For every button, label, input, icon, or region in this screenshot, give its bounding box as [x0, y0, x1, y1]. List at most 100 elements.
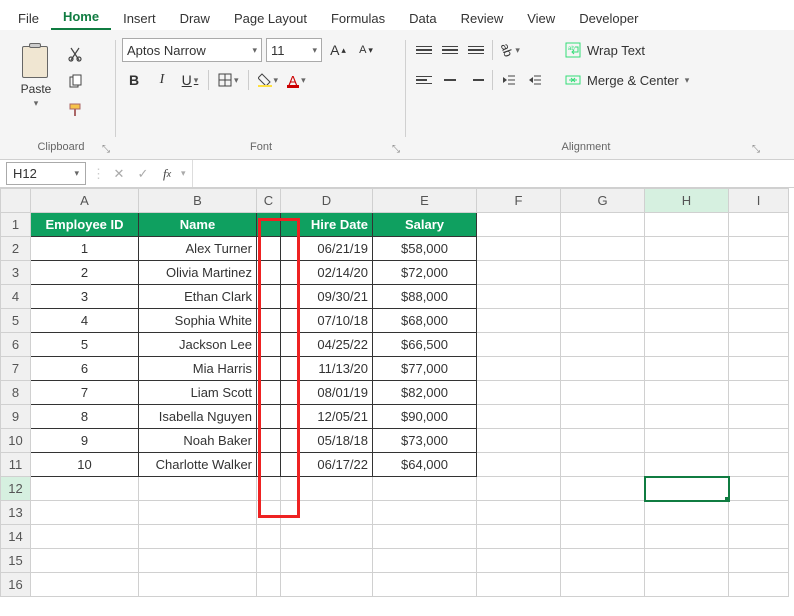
column-header-B[interactable]: B: [139, 189, 257, 213]
align-right-button[interactable]: [464, 68, 488, 92]
align-center-button[interactable]: [438, 68, 462, 92]
cell-I7[interactable]: [729, 357, 789, 381]
cell-G5[interactable]: [561, 309, 645, 333]
cell-A16[interactable]: [31, 573, 139, 597]
cell-I4[interactable]: [729, 285, 789, 309]
cell-E11[interactable]: $64,000: [373, 453, 477, 477]
cell-C8[interactable]: [257, 381, 281, 405]
cell-G4[interactable]: [561, 285, 645, 309]
cell-F14[interactable]: [477, 525, 561, 549]
cell-G9[interactable]: [561, 405, 645, 429]
row-header-8[interactable]: 8: [1, 381, 31, 405]
increase-indent-button[interactable]: [523, 68, 547, 92]
dialog-launcher-icon[interactable]: ⤡: [392, 144, 400, 155]
cell-G12[interactable]: [561, 477, 645, 501]
cell-A13[interactable]: [31, 501, 139, 525]
orientation-button[interactable]: ab▾: [497, 38, 523, 62]
cell-B7[interactable]: Mia Harris: [139, 357, 257, 381]
paste-button[interactable]: Paste ▾: [12, 40, 60, 120]
cell-I15[interactable]: [729, 549, 789, 573]
cell-D1[interactable]: Hire Date: [281, 213, 373, 237]
align-top-button[interactable]: [412, 38, 436, 62]
underline-button[interactable]: U▾: [178, 68, 202, 92]
tab-home[interactable]: Home: [51, 3, 111, 30]
cell-C15[interactable]: [257, 549, 281, 573]
cell-C12[interactable]: [257, 477, 281, 501]
cell-B1[interactable]: Name: [139, 213, 257, 237]
tab-review[interactable]: Review: [449, 5, 516, 30]
cell-F3[interactable]: [477, 261, 561, 285]
cell-I5[interactable]: [729, 309, 789, 333]
format-painter-button[interactable]: [64, 100, 86, 120]
cell-H9[interactable]: [645, 405, 729, 429]
cell-G3[interactable]: [561, 261, 645, 285]
cell-B14[interactable]: [139, 525, 257, 549]
align-bottom-button[interactable]: [464, 38, 488, 62]
cell-B8[interactable]: Liam Scott: [139, 381, 257, 405]
cell-E10[interactable]: $73,000: [373, 429, 477, 453]
cell-F8[interactable]: [477, 381, 561, 405]
cell-I11[interactable]: [729, 453, 789, 477]
cell-F4[interactable]: [477, 285, 561, 309]
tab-draw[interactable]: Draw: [168, 5, 222, 30]
row-header-11[interactable]: 11: [1, 453, 31, 477]
cell-A15[interactable]: [31, 549, 139, 573]
cell-D4[interactable]: 09/30/21: [281, 285, 373, 309]
column-header-I[interactable]: I: [729, 189, 789, 213]
row-header-2[interactable]: 2: [1, 237, 31, 261]
cell-C6[interactable]: [257, 333, 281, 357]
cell-D14[interactable]: [281, 525, 373, 549]
row-header-14[interactable]: 14: [1, 525, 31, 549]
cell-I16[interactable]: [729, 573, 789, 597]
decrease-indent-button[interactable]: [497, 68, 521, 92]
cell-G1[interactable]: [561, 213, 645, 237]
row-header-7[interactable]: 7: [1, 357, 31, 381]
cell-C5[interactable]: [257, 309, 281, 333]
cell-F16[interactable]: [477, 573, 561, 597]
row-header-6[interactable]: 6: [1, 333, 31, 357]
column-header-D[interactable]: D: [281, 189, 373, 213]
name-box[interactable]: H12 ▾: [6, 162, 86, 185]
tab-file[interactable]: File: [6, 5, 51, 30]
cell-B6[interactable]: Jackson Lee: [139, 333, 257, 357]
cell-A6[interactable]: 5: [31, 333, 139, 357]
cell-F15[interactable]: [477, 549, 561, 573]
cell-C7[interactable]: [257, 357, 281, 381]
cell-A9[interactable]: 8: [31, 405, 139, 429]
formula-input[interactable]: [192, 160, 794, 187]
cell-B5[interactable]: Sophia White: [139, 309, 257, 333]
column-header-F[interactable]: F: [477, 189, 561, 213]
cell-C14[interactable]: [257, 525, 281, 549]
cell-H5[interactable]: [645, 309, 729, 333]
cell-G10[interactable]: [561, 429, 645, 453]
cell-E14[interactable]: [373, 525, 477, 549]
cell-B15[interactable]: [139, 549, 257, 573]
cell-G7[interactable]: [561, 357, 645, 381]
row-header-13[interactable]: 13: [1, 501, 31, 525]
cell-E4[interactable]: $88,000: [373, 285, 477, 309]
cell-B9[interactable]: Isabella Nguyen: [139, 405, 257, 429]
row-header-9[interactable]: 9: [1, 405, 31, 429]
cell-I13[interactable]: [729, 501, 789, 525]
row-header-4[interactable]: 4: [1, 285, 31, 309]
tab-view[interactable]: View: [515, 5, 567, 30]
dialog-launcher-icon[interactable]: ⤡: [752, 144, 760, 155]
cell-B10[interactable]: Noah Baker: [139, 429, 257, 453]
select-all-corner[interactable]: [1, 189, 31, 213]
cell-H10[interactable]: [645, 429, 729, 453]
cell-F9[interactable]: [477, 405, 561, 429]
column-header-E[interactable]: E: [373, 189, 477, 213]
cut-button[interactable]: [64, 44, 86, 64]
decrease-font-button[interactable]: A▾: [354, 38, 378, 62]
cell-I8[interactable]: [729, 381, 789, 405]
cell-A11[interactable]: 10: [31, 453, 139, 477]
cell-D13[interactable]: [281, 501, 373, 525]
cell-A3[interactable]: 2: [31, 261, 139, 285]
row-header-10[interactable]: 10: [1, 429, 31, 453]
cell-A14[interactable]: [31, 525, 139, 549]
cell-A5[interactable]: 4: [31, 309, 139, 333]
cell-B2[interactable]: Alex Turner: [139, 237, 257, 261]
row-header-16[interactable]: 16: [1, 573, 31, 597]
cell-H7[interactable]: [645, 357, 729, 381]
cell-E5[interactable]: $68,000: [373, 309, 477, 333]
